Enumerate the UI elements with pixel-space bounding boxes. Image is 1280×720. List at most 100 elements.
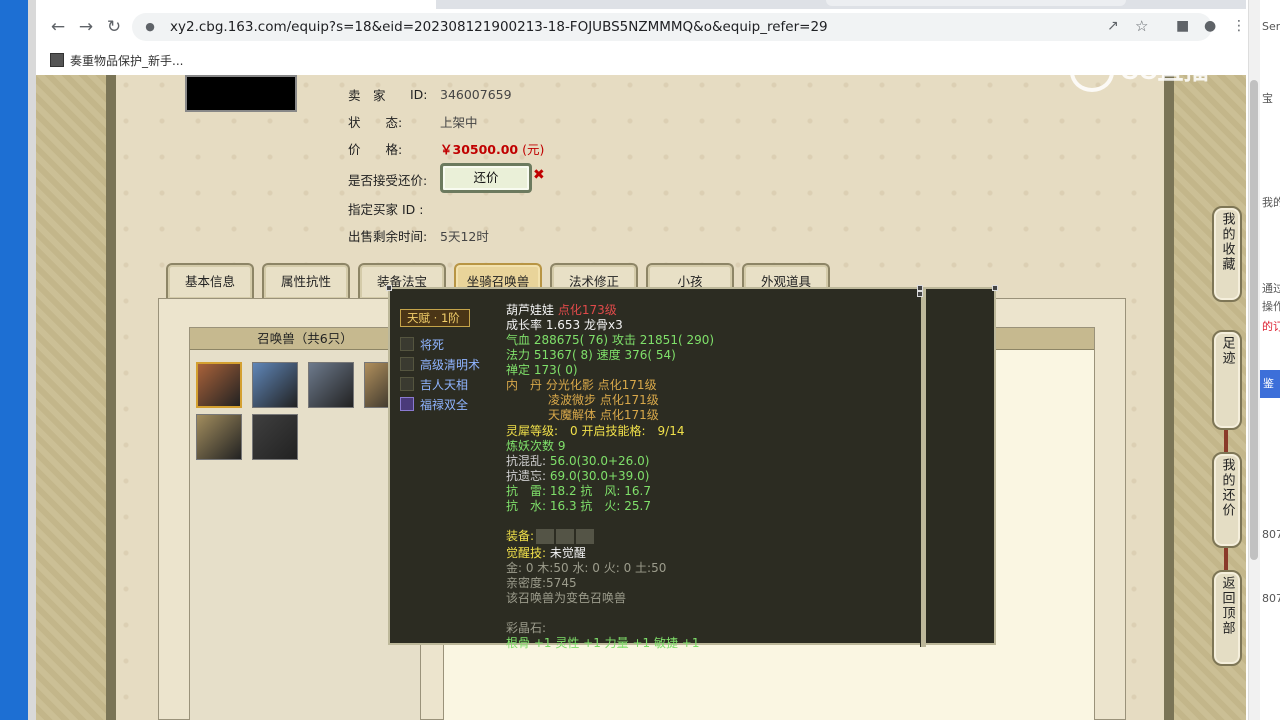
bookmark-favicon-icon xyxy=(50,53,64,67)
equip-slot[interactable] xyxy=(576,529,595,544)
reload-icon[interactable]: ↻ xyxy=(102,15,126,39)
inner-label: 内 丹 xyxy=(506,378,543,392)
favorites-button[interactable]: 我的收藏 xyxy=(1212,206,1242,302)
footprint-button[interactable]: 足迹 xyxy=(1212,330,1242,430)
address-bar[interactable]: ● xy2.cbg.163.com/equip?s=18&eid=2023081… xyxy=(132,13,1212,41)
id-label: ID: xyxy=(410,86,428,102)
close-icon[interactable]: ✖ xyxy=(533,167,545,183)
res-forget-line: 抗遗忘: 69.0(30.0+39.0) xyxy=(506,469,649,484)
equip-slot[interactable] xyxy=(556,529,575,544)
bookmark-item[interactable]: 奏重物品保护_新手... xyxy=(50,51,183,69)
url-text[interactable]: xy2.cbg.163.com/equip?s=18&eid=202308121… xyxy=(170,13,828,41)
right-button[interactable]: 鉴 xyxy=(1260,370,1280,398)
seller-label: 卖 家 xyxy=(348,87,386,103)
profile-icon[interactable]: ● xyxy=(1204,18,1216,34)
tab-strip xyxy=(36,0,1260,9)
my-counter-offers-button[interactable]: 我的还价 xyxy=(1212,452,1242,548)
side-panel-icon[interactable]: ■ xyxy=(1176,18,1189,34)
scrollbar-thumb[interactable] xyxy=(1250,80,1258,560)
status-label: 状 态: xyxy=(348,114,403,130)
right-text: Serv xyxy=(1262,20,1280,33)
hp-value: 288675( 76) xyxy=(533,333,609,347)
tab-attributes[interactable]: 属性抗性 xyxy=(262,263,350,299)
site-info-icon[interactable]: ● xyxy=(142,19,158,35)
favorites-label: 我的收藏 xyxy=(1219,212,1235,272)
browser-toolbar: ← → ↻ ● xy2.cbg.163.com/equip?s=18&eid=2… xyxy=(36,9,1260,45)
res-confusion-line: 抗混乱: 56.0(30.0+26.0) xyxy=(506,454,649,469)
remaining-value: 5天12时 xyxy=(440,228,489,244)
skill-item: 福禄双全 xyxy=(400,395,468,413)
back-to-top-label: 返回顶部 xyxy=(1219,576,1235,636)
bookmark-label: 奏重物品保护_新手... xyxy=(70,53,184,68)
def-value: 173( 0) xyxy=(533,363,578,377)
left-window-edge xyxy=(0,0,36,720)
buyer-id-label: 指定买家 ID : xyxy=(348,201,424,217)
character-thumbnail xyxy=(185,75,297,112)
share-icon[interactable]: ↗ xyxy=(1107,18,1119,34)
seller-id: 346007659 xyxy=(440,86,512,102)
window-frame xyxy=(28,0,36,720)
menu-icon[interactable]: ⋮ xyxy=(1232,18,1246,34)
corner-handle xyxy=(386,285,392,291)
elements-line: 金: 0 木:50 水: 0 火: 0 土:50 xyxy=(506,561,667,575)
inner-line-1: 内 丹 分光化影 点化171级 xyxy=(506,378,657,393)
pet-name-suffix: 点化173级 xyxy=(557,303,617,317)
growth-line: 成长率 1.653 龙骨x3 xyxy=(506,318,623,332)
skill-label: 吉人天相 xyxy=(420,377,469,392)
pet-avatar[interactable] xyxy=(252,414,298,460)
pet-avatar[interactable] xyxy=(196,414,242,460)
variant-line: 该召唤兽为变色召唤兽 xyxy=(506,591,627,605)
buyer-id-row: 指定买家 ID : xyxy=(348,198,440,218)
back-icon[interactable]: ← xyxy=(46,15,70,39)
browser-tab[interactable] xyxy=(826,0,1126,6)
equip-line: 装备: xyxy=(506,529,595,544)
skill-label: 福禄双全 xyxy=(420,397,469,412)
hp-label: 气血 xyxy=(506,333,531,347)
mp-label: 法力 xyxy=(506,348,531,362)
cc-logo-icon xyxy=(1070,52,1114,93)
counter-label: 是否接受还价: xyxy=(348,172,428,188)
right-text: 宝 xyxy=(1262,92,1273,105)
atk-value: 21851( 290) xyxy=(639,333,715,347)
right-text: 807 xyxy=(1262,592,1280,605)
skill-label: 将死 xyxy=(420,337,445,352)
cc-live-watermark: CC直播 xyxy=(1070,48,1250,93)
right-text: 我的 xyxy=(1262,196,1280,209)
spd-label: 速度 xyxy=(596,348,621,362)
pet-avatar[interactable] xyxy=(196,362,242,408)
counter-offer-button[interactable]: 还价 xyxy=(440,163,532,193)
inner-line-3: 天魔解体 点化171级 xyxy=(548,408,659,422)
res-label: 抗混乱: xyxy=(506,454,547,468)
browser-tab-active[interactable] xyxy=(36,0,436,9)
counter-row: 是否接受还价: xyxy=(348,169,440,189)
right-border xyxy=(1164,75,1174,720)
awaken-value: 未觉醒 xyxy=(549,546,586,560)
remaining-row: 出售剩余时间: 5天12时 xyxy=(348,225,489,245)
crystal-line: 彩晶石: xyxy=(506,621,547,635)
left-border xyxy=(106,75,116,720)
pet-avatar[interactable] xyxy=(252,362,298,408)
watermark-text: CC直播 xyxy=(1120,55,1210,85)
talent-badge: 天赋 · 1阶 xyxy=(400,309,470,327)
back-to-top-button[interactable]: 返回顶部 xyxy=(1212,570,1242,666)
footprint-label: 足迹 xyxy=(1219,336,1235,366)
skill-label: 高级清明术 xyxy=(420,357,481,372)
equip-slot[interactable] xyxy=(536,529,555,544)
left-decor xyxy=(36,75,106,720)
pet-name: 葫芦娃娃 xyxy=(506,303,555,317)
awaken-line: 觉醒技: 未觉醒 xyxy=(506,546,586,561)
right-text: 通过 xyxy=(1262,282,1280,295)
pet-list-header: 召唤兽（共6只） xyxy=(190,328,420,350)
status-value: 上架中 xyxy=(440,114,478,130)
remaining-label: 出售剩余时间: xyxy=(348,228,428,244)
tab-basic-info[interactable]: 基本信息 xyxy=(166,263,254,299)
inner-value: 分光化影 点化171级 xyxy=(545,378,657,392)
bookmark-star-icon[interactable]: ☆ xyxy=(1135,17,1148,35)
mp-value: 51367( 8) xyxy=(533,348,593,362)
price-value: ￥30500.00 xyxy=(440,141,519,157)
my-counter-offers-label: 我的还价 xyxy=(1219,458,1235,518)
spd-value: 376( 54) xyxy=(624,348,676,362)
price-row: 价 格: ￥30500.00 (元) xyxy=(348,138,544,158)
forward-icon[interactable]: → xyxy=(74,15,98,39)
pet-avatar[interactable] xyxy=(308,362,354,408)
